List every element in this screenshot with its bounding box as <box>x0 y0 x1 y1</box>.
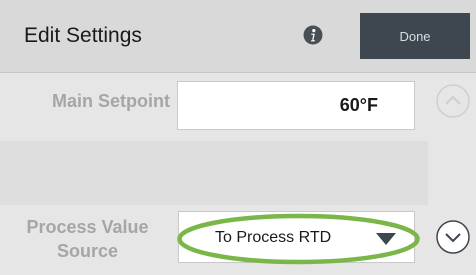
main-setpoint-value: 60°F <box>339 95 378 115</box>
page-title: Edit Settings <box>24 24 142 47</box>
main-setpoint-label: Main Setpoint <box>52 91 170 111</box>
info-icon[interactable] <box>303 25 323 45</box>
header-edge <box>470 13 476 59</box>
done-button[interactable]: Done <box>360 13 470 59</box>
process-value-source-label-line2: Source <box>56 241 119 261</box>
empty-setting-row <box>0 141 428 205</box>
process-value-source-label: Process Value Source <box>0 215 175 263</box>
header-bar: Edit Settings Done <box>0 0 476 73</box>
edit-settings-panel: Edit Settings Done Main Setpoint 60°F Pr… <box>0 0 476 275</box>
main-setpoint-field[interactable]: 60°F <box>177 81 415 130</box>
highlight-ellipse <box>177 213 420 265</box>
chevron-down-icon[interactable] <box>436 220 470 254</box>
process-value-source-label-line1: Process Value <box>26 217 149 237</box>
chevron-up-icon[interactable] <box>436 84 470 118</box>
